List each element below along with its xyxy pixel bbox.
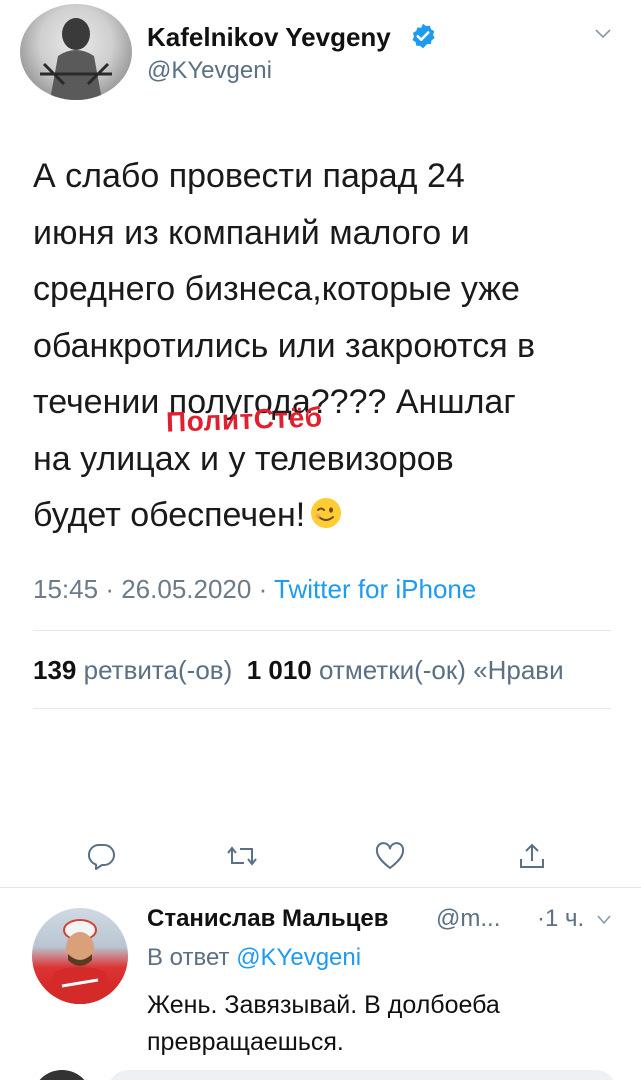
tweet-text-line: А слабо провести парад 24 bbox=[33, 157, 465, 195]
reply-author-name[interactable]: Станислав Мальцев bbox=[147, 905, 389, 933]
author-handle[interactable]: @KYevgeni bbox=[147, 57, 272, 85]
verified-badge-icon bbox=[412, 23, 435, 49]
meta-separator: · bbox=[258, 574, 268, 604]
tweet-stats: 139 ретвита(-ов) 1 010 отметки(-ок) «Нра… bbox=[33, 655, 564, 686]
tweet-text-line: среднего бизнеса,которые уже bbox=[33, 270, 520, 308]
reply-tweet[interactable]: Станислав Мальцев @m... ·1 ч. В ответ @K… bbox=[0, 888, 641, 1080]
like-button[interactable] bbox=[370, 836, 410, 876]
reply-compose-input[interactable] bbox=[108, 1070, 616, 1080]
like-icon bbox=[375, 842, 405, 869]
reply-to-line: В ответ @KYevgeni bbox=[147, 944, 361, 972]
quote-label[interactable]: «Нрави bbox=[473, 655, 564, 685]
reply-time: ·1 ч. bbox=[537, 905, 585, 932]
reply-author-handle[interactable]: @m... bbox=[436, 905, 500, 933]
retweets-count[interactable]: 139 bbox=[33, 655, 76, 685]
likes-count[interactable]: 1 010 bbox=[247, 655, 312, 685]
reply-button[interactable] bbox=[82, 836, 122, 876]
chevron-down-icon[interactable] bbox=[594, 28, 612, 40]
tweet-text-line: на улицах и у телевизоров bbox=[33, 439, 454, 478]
compose-bar bbox=[0, 1064, 641, 1080]
author-name[interactable]: Kafelnikov Yevgeny bbox=[147, 22, 391, 53]
tweet-header: Kafelnikov Yevgeny @KYevgeni bbox=[0, 0, 641, 110]
tweet-text: А слабо провести парад 24 июня из компан… bbox=[33, 148, 623, 544]
chevron-down-icon[interactable] bbox=[597, 915, 611, 925]
reply-to-prefix: В ответ bbox=[147, 944, 230, 971]
user-avatar[interactable] bbox=[32, 1070, 92, 1080]
retweet-icon bbox=[227, 846, 257, 866]
divider bbox=[33, 708, 611, 709]
likes-label[interactable]: отметки(-ок) bbox=[319, 655, 466, 685]
reply-to-mention-link[interactable]: @KYevgeni bbox=[236, 944, 361, 971]
tweet-text-line-last: будет обеспечен! bbox=[33, 487, 623, 544]
share-button[interactable] bbox=[512, 836, 552, 876]
tweet-text-line: будет обеспечен! bbox=[33, 496, 306, 534]
retweets-label[interactable]: ретвита(-ов) bbox=[84, 655, 233, 685]
reply-icon bbox=[87, 843, 115, 870]
divider bbox=[33, 630, 611, 631]
watermark: ПолитСтёб bbox=[165, 401, 324, 438]
tweet-actions bbox=[0, 836, 641, 880]
meta-separator: · bbox=[105, 574, 114, 604]
author-avatar[interactable] bbox=[20, 4, 132, 100]
tweet-meta: 15:45 · 26.05.2020 · Twitter for iPhone bbox=[33, 574, 476, 605]
reply-text: Жень. Завязывай. В долбоеба превращаешьс… bbox=[147, 991, 500, 1056]
tweet-text-line: течении полугода???? Аншлаг bbox=[33, 383, 516, 421]
share-icon bbox=[520, 843, 544, 868]
tweet-date: 26.05.2020 bbox=[121, 574, 252, 604]
tweet-text-line: июня из компаний малого и bbox=[33, 213, 470, 252]
winking-face-emoji-icon bbox=[311, 498, 342, 528]
retweet-button[interactable] bbox=[222, 836, 262, 876]
tweet-text-line: обанкротились или закроются в bbox=[33, 326, 536, 365]
tweet-source-link[interactable]: Twitter for iPhone bbox=[274, 574, 476, 604]
reply-author-avatar[interactable] bbox=[32, 908, 128, 1004]
tweet-time: 15:45 bbox=[33, 574, 99, 604]
